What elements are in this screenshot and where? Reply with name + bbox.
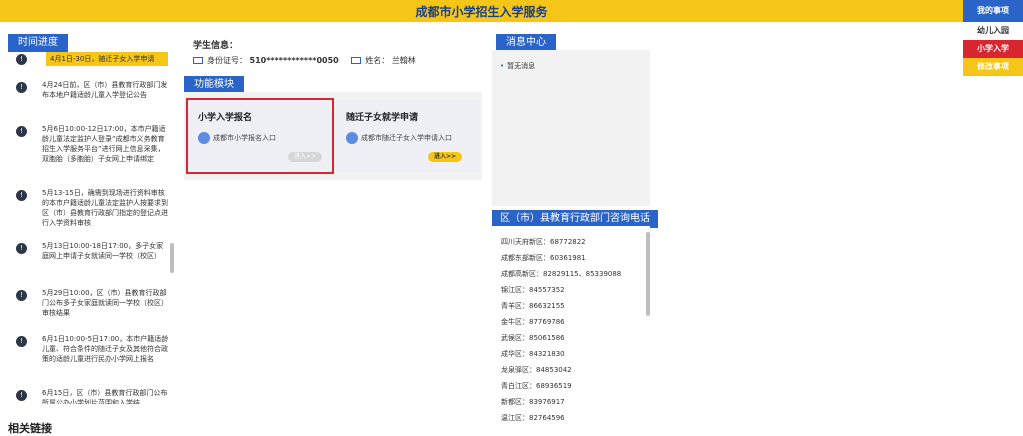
timeline-scrollbar[interactable] [170, 243, 174, 273]
student-details: 身份证号： 510************0050 姓名： 兰翰林 [193, 55, 420, 66]
name-value: 兰翰林 [391, 56, 416, 65]
messages-panel: 暂无消息 [492, 50, 650, 206]
phone-item: 青白江区：68936519 [501, 382, 572, 390]
timeline-text: 4月24日前，区（市）县教育行政部门发布本地户籍适龄儿童入学登记公告 [42, 81, 168, 99]
card-desc-row: 成都市随迁子女入学申请入口 [346, 132, 452, 144]
phone-item: 武侯区：85061586 [501, 334, 565, 342]
menu-item-primary-school[interactable]: 小学入学 [963, 40, 1023, 58]
phone-item: 锦江区：84557352 [501, 286, 565, 294]
related-links-heading: 相关链接 [8, 422, 52, 435]
timeline-text: 5月13日10:00-18日17:00，多子女家庭网上申请子女就读同一学校（校区… [42, 242, 164, 260]
phone-item: 成都东部新区：60361981 [501, 254, 586, 262]
name-label: 姓名： [365, 56, 390, 65]
info-icon: ! [16, 82, 27, 93]
page-title: 成都市小学招生入学服务 [415, 5, 548, 19]
enter-button[interactable]: 进入>> [428, 152, 462, 162]
menu-item-kindergarten[interactable]: 幼儿入园 [963, 22, 1023, 40]
info-icon: ! [16, 126, 27, 137]
header-bar: 成都市小学招生入学服务 [0, 0, 963, 22]
phone-item: 龙泉驿区：84853042 [501, 366, 572, 374]
id-card-icon [193, 57, 203, 64]
phone-item: 四川天府新区：68772822 [501, 238, 586, 246]
timeline-text: 6月15日，区（市）县教育行政部门公布所属公办小学划片范围和入学结 [42, 389, 168, 404]
no-messages-text: 暂无消息 [500, 61, 535, 71]
selection-highlight [186, 98, 334, 174]
phone-list-scrollbar[interactable] [646, 232, 650, 316]
info-icon: ! [16, 243, 27, 254]
student-info-label: 学生信息： [193, 41, 239, 51]
info-icon: ! [16, 390, 27, 401]
info-icon: ! [16, 190, 27, 201]
id-value: 510************0050 [249, 56, 339, 65]
student-info: 学生信息： [193, 38, 238, 51]
phone-item: 青羊区：86632155 [501, 302, 565, 310]
card-desc: 成都市随迁子女入学申请入口 [361, 134, 452, 142]
phone-item: 成华区：84321830 [501, 350, 565, 358]
timeline-text: 5月13-15日，确需到现场进行资料审核的本市户籍适龄儿童法定监护人按要求到区（… [42, 189, 168, 227]
phone-item: 金牛区：87769786 [501, 318, 565, 326]
phone-item: 温江区：82764596 [501, 414, 565, 422]
phone-item: 成都高新区：82829115、85339088 [501, 270, 622, 278]
info-icon: ! [16, 54, 27, 65]
id-label: 身份证号： [207, 56, 247, 65]
phone-item: 新都区：83976917 [501, 398, 565, 406]
info-icon: ! [16, 290, 27, 301]
timeline-text: 4月1日-30日，随迁子女入学申请 [46, 52, 168, 66]
my-items-menu: 我的事项 幼儿入园 小学入学 修改事项 [963, 0, 1023, 76]
menu-item-modify[interactable]: 修改事项 [963, 58, 1023, 76]
timeline-text: 5月6日10:00-12日17:00，本市户籍适龄儿童法定监护人登录“成都市义务… [42, 125, 166, 163]
timeline-list: ! 4月1日-30日，随迁子女入学申请 ! 4月24日前，区（市）县教育行政部门… [8, 48, 173, 404]
card-migrant-application[interactable]: 随迁子女就学申请 成都市随迁子女入学申请入口 进入>> [336, 100, 480, 172]
timeline-text: 5月29日10:00，区（市）县教育行政部门公布多子女家庭就读同一学校（校区）审… [42, 289, 168, 317]
phone-list: 四川天府新区：68772822 成都东部新区：60361981 成都高新区：82… [492, 226, 650, 422]
person-card-icon [351, 57, 362, 64]
card-title: 随迁子女就学申请 [346, 113, 419, 123]
timeline-text: 6月1日10:00-5日17:00，本市户籍适龄儿童、符合条件的随迁子女及其他符… [42, 335, 169, 363]
info-icon: ! [16, 336, 27, 347]
my-items-title[interactable]: 我的事项 [963, 0, 1023, 22]
user-icon [346, 132, 358, 144]
